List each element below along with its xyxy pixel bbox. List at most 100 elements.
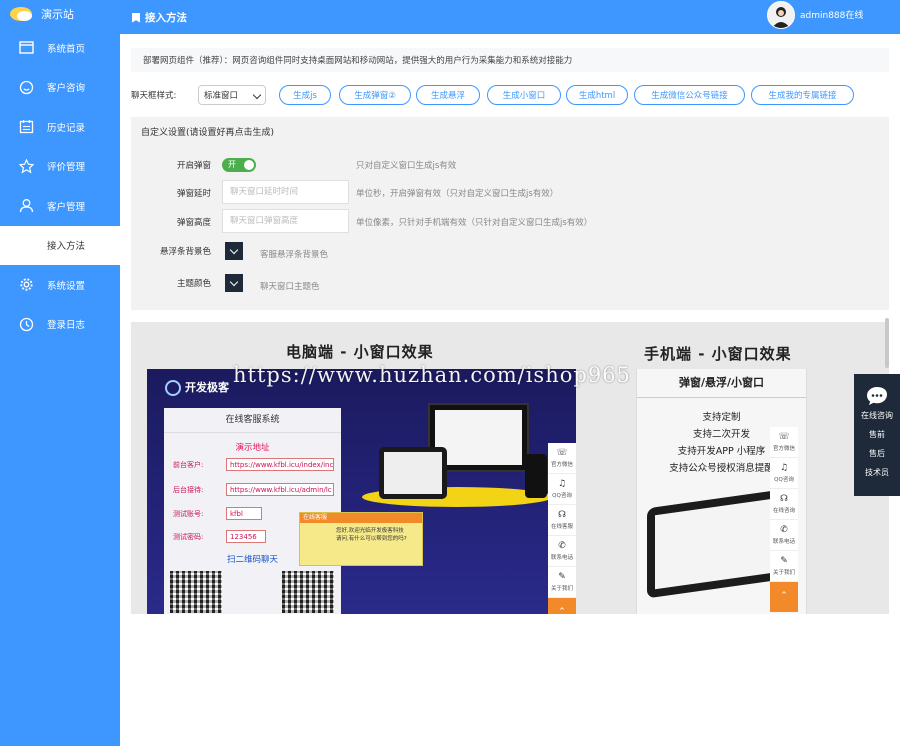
sidebar-item-label: 客户管理 [47, 201, 86, 213]
tool-icon: ✆ [780, 525, 788, 535]
sidebar-item-label: 登录日志 [47, 320, 86, 332]
generate-button-5[interactable]: 生成微信公众号链接 [634, 85, 745, 105]
tool-label: 官方微信 [550, 462, 573, 468]
generate-button-2[interactable]: 生成悬浮 [416, 85, 480, 105]
generate-button-6[interactable]: 生成我的专属链接 [751, 85, 854, 105]
account-value: kfbl [226, 507, 262, 520]
tool-item: ✆ 联系电话 [548, 536, 576, 567]
description-box: 部署网页组件（推荐）：网页咨询组件同时支持桌面网站和移动网站，提供强大的用户行为… [131, 48, 889, 72]
tool-item: ✆ 联系电话 [770, 520, 798, 551]
scroll-top-icon: ⌃ [770, 582, 798, 612]
tool-label: 在线客服 [550, 524, 573, 530]
star-icon [18, 158, 34, 174]
tool-label: 关于我们 [550, 586, 573, 592]
generate-button-4[interactable]: 生成html [566, 85, 628, 105]
chat-popup: 在线客服 您好,欢迎光临开发极客科技 请问,有什么可以帮到您的吗? [299, 512, 423, 566]
tool-icon: ✎ [780, 556, 788, 566]
demo-address-title: 演示地址 [235, 443, 270, 453]
tool-icon: ♫ [779, 463, 789, 473]
float-bg-hint: 客服悬浮条背景色 [260, 250, 329, 260]
back-label: 后台接待: [173, 486, 204, 494]
sidebar-item-4[interactable]: 客户管理 [0, 186, 120, 226]
preview-image: 电脑端 - 小窗口效果 手机端 - 小窗口效果 开发极客 在线客服系统 演示地址… [131, 322, 889, 614]
chat-popup-line-2: 请问,有什么可以帮到您的吗? [336, 536, 407, 542]
sidebar-item-6[interactable]: 系统设置 [0, 265, 120, 305]
sidebar-item-3[interactable]: 评价管理 [0, 147, 120, 187]
delay-input[interactable]: 聊天窗口延时时间 [222, 180, 349, 204]
chevron-down-icon [229, 245, 239, 254]
floating-item[interactable]: 技术员 [854, 467, 900, 478]
theme-label: 主题颜色 [176, 279, 211, 289]
popup-toggle[interactable]: 开 [222, 158, 256, 172]
generate-button-3[interactable]: 生成小窗口 [487, 85, 561, 105]
height-label: 弹窗高度 [176, 218, 211, 228]
avatar[interactable] [767, 1, 795, 29]
scrollbar[interactable] [885, 318, 889, 368]
generate-button-0[interactable]: 生成js [279, 85, 331, 105]
user-status[interactable]: admin888在线 [800, 8, 863, 21]
theme-color-picker[interactable] [225, 274, 243, 292]
tool-icon: ☊ [558, 510, 566, 520]
delay-label: 弹窗延时 [176, 189, 211, 199]
logo-ring-icon [165, 380, 181, 396]
front-label: 前台客户: [173, 461, 204, 469]
password-label: 测试密码: [173, 533, 204, 541]
tool-icon: ☏ [778, 432, 790, 442]
floating-item[interactable]: 售后 [854, 448, 900, 459]
sidebar-item-5[interactable]: 接入方法 [0, 225, 120, 265]
bookmark-icon [132, 12, 140, 23]
generate-button-1[interactable]: 生成弹窗② [339, 85, 411, 105]
chat-bubble-icon [854, 386, 900, 406]
sidebar-item-label: 客户咨询 [47, 83, 86, 95]
sidebar: 演示站 系统首页客户咨询历史记录评价管理客户管理接入方法系统设置登录日志 [0, 0, 120, 746]
qr-code-overlay [282, 571, 334, 613]
sidebar-item-label: 系统设置 [47, 280, 86, 292]
tool-label: 关于我们 [772, 570, 795, 576]
logo[interactable]: 演示站 [0, 0, 120, 28]
delay-hint: 单位秒，开启弹窗有效（只对自定义窗口生成js有效） [356, 189, 559, 199]
floating-consult-widget[interactable]: 在线咨询 售前售后技术员 [854, 374, 900, 496]
style-select[interactable]: 标准窗口 [198, 85, 266, 105]
tool-item: ☏ 官方微信 [548, 443, 576, 474]
tool-label: 联系电话 [772, 539, 795, 545]
custom-settings-panel: 自定义设置(请设置好再点击生成) 开启弹窗 开 只对自定义窗口生成js有效 弹窗… [131, 117, 889, 310]
floating-title: 在线咨询 [861, 411, 893, 420]
logo-text: 演示站 [41, 8, 74, 21]
calendar-icon [18, 119, 34, 135]
tool-icon: ♫ [557, 479, 567, 489]
tool-item: ☏ 官方微信 [770, 427, 798, 458]
floating-item[interactable]: 售前 [854, 429, 900, 440]
top-header: 接入方法 admin888在线 [120, 0, 900, 34]
sidebar-item-label: 系统首页 [47, 43, 86, 55]
popup-label: 开启弹窗 [176, 161, 211, 171]
pc-tool-bar: ☏ 官方微信 ♫ QQ咨询 ☊ 在线客服 ✆ 联系电话 ✎ 关于我们 ⌃ [548, 443, 576, 614]
scroll-top-icon: ⌃ [548, 598, 576, 614]
qr-code-overlay [170, 571, 222, 613]
float-bg-label: 悬浮条背景色 [159, 247, 211, 257]
popup-hint: 只对自定义窗口生成js有效 [356, 161, 457, 171]
tool-label: 官方微信 [772, 446, 795, 452]
tool-item: ☊ 在线咨询 [770, 489, 798, 520]
mobile-device [647, 489, 781, 599]
sidebar-item-0[interactable]: 系统首页 [0, 28, 120, 68]
gear-icon [18, 277, 34, 293]
tool-item: ♫ QQ咨询 [548, 474, 576, 505]
popup-toggle-text: 开 [228, 160, 236, 169]
description-text: 部署网页组件（推荐）：网页咨询组件同时支持桌面网站和移动网站，提供强大的用户行为… [143, 56, 573, 66]
height-input[interactable]: 聊天窗口弹窗高度 [222, 209, 349, 233]
mobile-tool-bar: ☏ 官方微信 ♫ QQ咨询 ☊ 在线咨询 ✆ 联系电话 ✎ 关于我们 ⌃ [770, 427, 798, 612]
mobile-feature-line: 支持定制 [702, 412, 741, 423]
sidebar-item-1[interactable]: 客户咨询 [0, 68, 120, 108]
sidebar-item-label: 历史记录 [47, 122, 86, 134]
back-url: https://www.kfbl.icu/admin/lc [226, 483, 334, 496]
theme-hint: 聊天窗口主题色 [260, 282, 320, 292]
tablet [379, 447, 447, 499]
sidebar-item-2[interactable]: 历史记录 [0, 107, 120, 147]
tool-item: ☊ 在线客服 [548, 505, 576, 536]
float-bg-color-picker[interactable] [225, 242, 243, 260]
front-url: https://www.kfbl.icu/index/inc [226, 458, 334, 471]
tool-label: 联系电话 [550, 555, 573, 561]
sidebar-item-7[interactable]: 登录日志 [0, 305, 120, 345]
service-card: 在线客服系统 演示地址 前台客户: https://www.kfbl.icu/i… [164, 408, 341, 614]
pc-logo: 开发极客 [165, 379, 229, 396]
